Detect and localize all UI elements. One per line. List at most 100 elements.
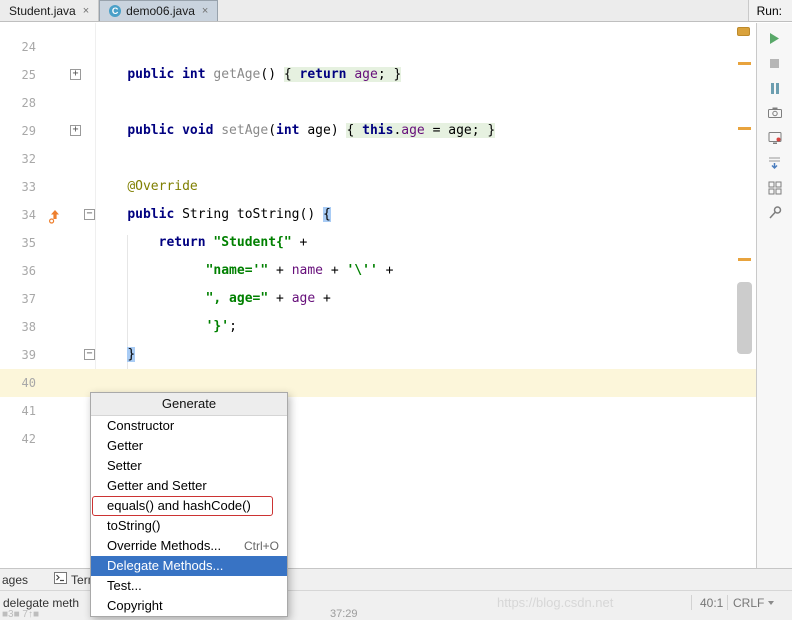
code-text: @Override: [127, 179, 198, 194]
line-number[interactable]: 39: [0, 341, 36, 369]
menu-item-label: equals() and hashCode(): [107, 498, 251, 513]
close-icon[interactable]: ×: [83, 5, 89, 17]
editor-tabs: Student.java × Cdemo06.java ×: [0, 0, 219, 21]
line-number[interactable]: 33: [0, 173, 36, 201]
status-separator: [691, 595, 692, 610]
menu-item-label: Setter: [107, 458, 142, 473]
menu-item-getter[interactable]: Getter: [91, 436, 287, 456]
fold-toggle-icon[interactable]: +: [70, 69, 81, 80]
menu-item-shortcut: Ctrl+O: [243, 539, 279, 553]
menu-item-label: toString(): [107, 518, 161, 533]
cutoff-text-fragment: ■3■ 7↑■: [2, 609, 40, 620]
restore-layout-icon[interactable]: [767, 180, 783, 196]
pause-output-icon[interactable]: [767, 80, 783, 96]
scrollbar-thumb[interactable]: [737, 282, 752, 354]
editor-tab-student-java[interactable]: Student.java ×: [0, 0, 100, 21]
fold-toggle-icon[interactable]: +: [70, 125, 81, 136]
code-text: ", age=" + age +: [205, 291, 331, 306]
line-ending-label: CRLF: [733, 596, 765, 610]
run-panel-title: Run:: [747, 0, 792, 21]
code-line-38[interactable]: 38 '}';: [0, 313, 756, 341]
line-number[interactable]: 40: [0, 369, 36, 397]
code-text: public int getAge() { return age; }: [127, 67, 402, 82]
code-line-39[interactable]: 39 − }: [0, 341, 756, 369]
class-icon: C: [109, 5, 122, 17]
line-number[interactable]: 36: [0, 257, 36, 285]
menu-item-test[interactable]: Test...: [91, 576, 287, 596]
watermark: https://blog.csdn.net: [497, 595, 614, 610]
toolwindow-button-messages[interactable]: ages: [2, 573, 28, 587]
menu-item-label: Getter and Setter: [107, 478, 207, 493]
line-number[interactable]: 35: [0, 229, 36, 257]
code-line-34[interactable]: 34 − public String toString() {: [0, 201, 756, 229]
warning-stripe-mark[interactable]: [738, 62, 751, 65]
thread-dump-icon[interactable]: [767, 105, 783, 121]
fold-toggle-icon[interactable]: −: [84, 349, 95, 360]
line-number[interactable]: 29: [0, 117, 36, 145]
code-text: '}';: [205, 319, 237, 334]
code-line-25[interactable]: 25 + public int getAge() { return age; }: [0, 61, 756, 89]
popup-menu: Constructor Getter Setter Getter and Setter…: [91, 416, 287, 616]
line-ending-selector[interactable]: CRLF: [733, 596, 775, 610]
popup-title: Generate: [91, 393, 287, 416]
chevron-down-icon: [768, 601, 775, 605]
line-number[interactable]: 42: [0, 425, 36, 453]
code-line-35[interactable]: 35 return "Student{" +: [0, 229, 756, 257]
code-line-24[interactable]: 24: [0, 33, 756, 61]
code-text: "name='" + name + '\'' +: [205, 263, 394, 278]
line-number[interactable]: 37: [0, 285, 36, 313]
menu-item-label: Delegate Methods...: [107, 558, 224, 573]
warning-stripe-mark[interactable]: [738, 127, 751, 130]
menu-item-label: Override Methods...: [107, 538, 222, 553]
code-line-36[interactable]: 36 "name='" + name + '\'' +: [0, 257, 756, 285]
stop-icon[interactable]: [767, 55, 783, 71]
line-number[interactable]: 28: [0, 89, 36, 117]
ide-window: Student.java × Cdemo06.java × Run: 24 25 + pu…: [0, 0, 792, 620]
menu-item-override-methods[interactable]: Override Methods... Ctrl+O: [91, 536, 287, 556]
menu-item-equals-and-hashcode[interactable]: equals() and hashCode(): [91, 496, 287, 516]
menu-item-setter[interactable]: Setter: [91, 456, 287, 476]
pin-icon[interactable]: [767, 205, 783, 221]
toolwindow-button-label: ages: [2, 572, 29, 587]
code-text: public void setAge(int age) { this.age =…: [127, 123, 496, 138]
code-line-32[interactable]: 32: [0, 145, 756, 173]
line-number[interactable]: 34: [0, 201, 36, 229]
editor-tab-bar: Student.java × Cdemo06.java × Run:: [0, 0, 792, 22]
fold-toggle-icon[interactable]: −: [84, 209, 95, 220]
menu-item-copyright[interactable]: Copyright: [91, 596, 287, 616]
tab-label: Student.java: [9, 3, 76, 18]
close-icon[interactable]: ×: [202, 5, 208, 17]
code-line-28[interactable]: 28: [0, 89, 756, 117]
code-text: }: [127, 347, 136, 362]
menu-item-delegate-methods[interactable]: Delegate Methods...: [91, 556, 287, 576]
menu-item-constructor[interactable]: Constructor: [91, 416, 287, 436]
rerun-icon[interactable]: [767, 30, 783, 46]
code-line-33[interactable]: 33 @Override: [0, 173, 756, 201]
generate-popup: Generate Constructor Getter Setter Getter a…: [90, 392, 288, 617]
line-number[interactable]: 32: [0, 145, 36, 173]
line-number[interactable]: 41: [0, 397, 36, 425]
tab-label: demo06.java: [126, 4, 195, 18]
menu-item-tostring[interactable]: toString(): [91, 516, 287, 536]
line-number[interactable]: 25: [0, 61, 36, 89]
menu-item-label: Constructor: [107, 418, 175, 433]
inspection-status-indicator[interactable]: [737, 27, 750, 36]
run-toolbar: [756, 23, 792, 568]
editor-tab-demo06-java[interactable]: Cdemo06.java ×: [99, 0, 219, 21]
toolwindow-button-terminal[interactable]: Tern: [54, 572, 94, 587]
warning-stripe-mark[interactable]: [738, 258, 751, 261]
line-number[interactable]: 38: [0, 313, 36, 341]
menu-item-label: Copyright: [107, 598, 163, 613]
code-text: return "Student{" +: [158, 235, 308, 250]
scroll-to-end-icon[interactable]: [767, 155, 783, 171]
menu-item-label: Getter: [107, 438, 144, 453]
code-line-29[interactable]: 29 + public void setAge(int age) { this.a…: [0, 117, 756, 145]
cutoff-caret-fragment: 37:29: [330, 608, 358, 620]
settings-icon[interactable]: [767, 130, 783, 146]
status-separator: [727, 595, 728, 610]
line-number[interactable]: 24: [0, 33, 36, 61]
menu-item-getter-and-setter[interactable]: Getter and Setter: [91, 476, 287, 496]
caret-position-widget[interactable]: 40:1: [700, 596, 723, 610]
terminal-icon: [54, 572, 68, 587]
code-line-37[interactable]: 37 ", age=" + age +: [0, 285, 756, 313]
